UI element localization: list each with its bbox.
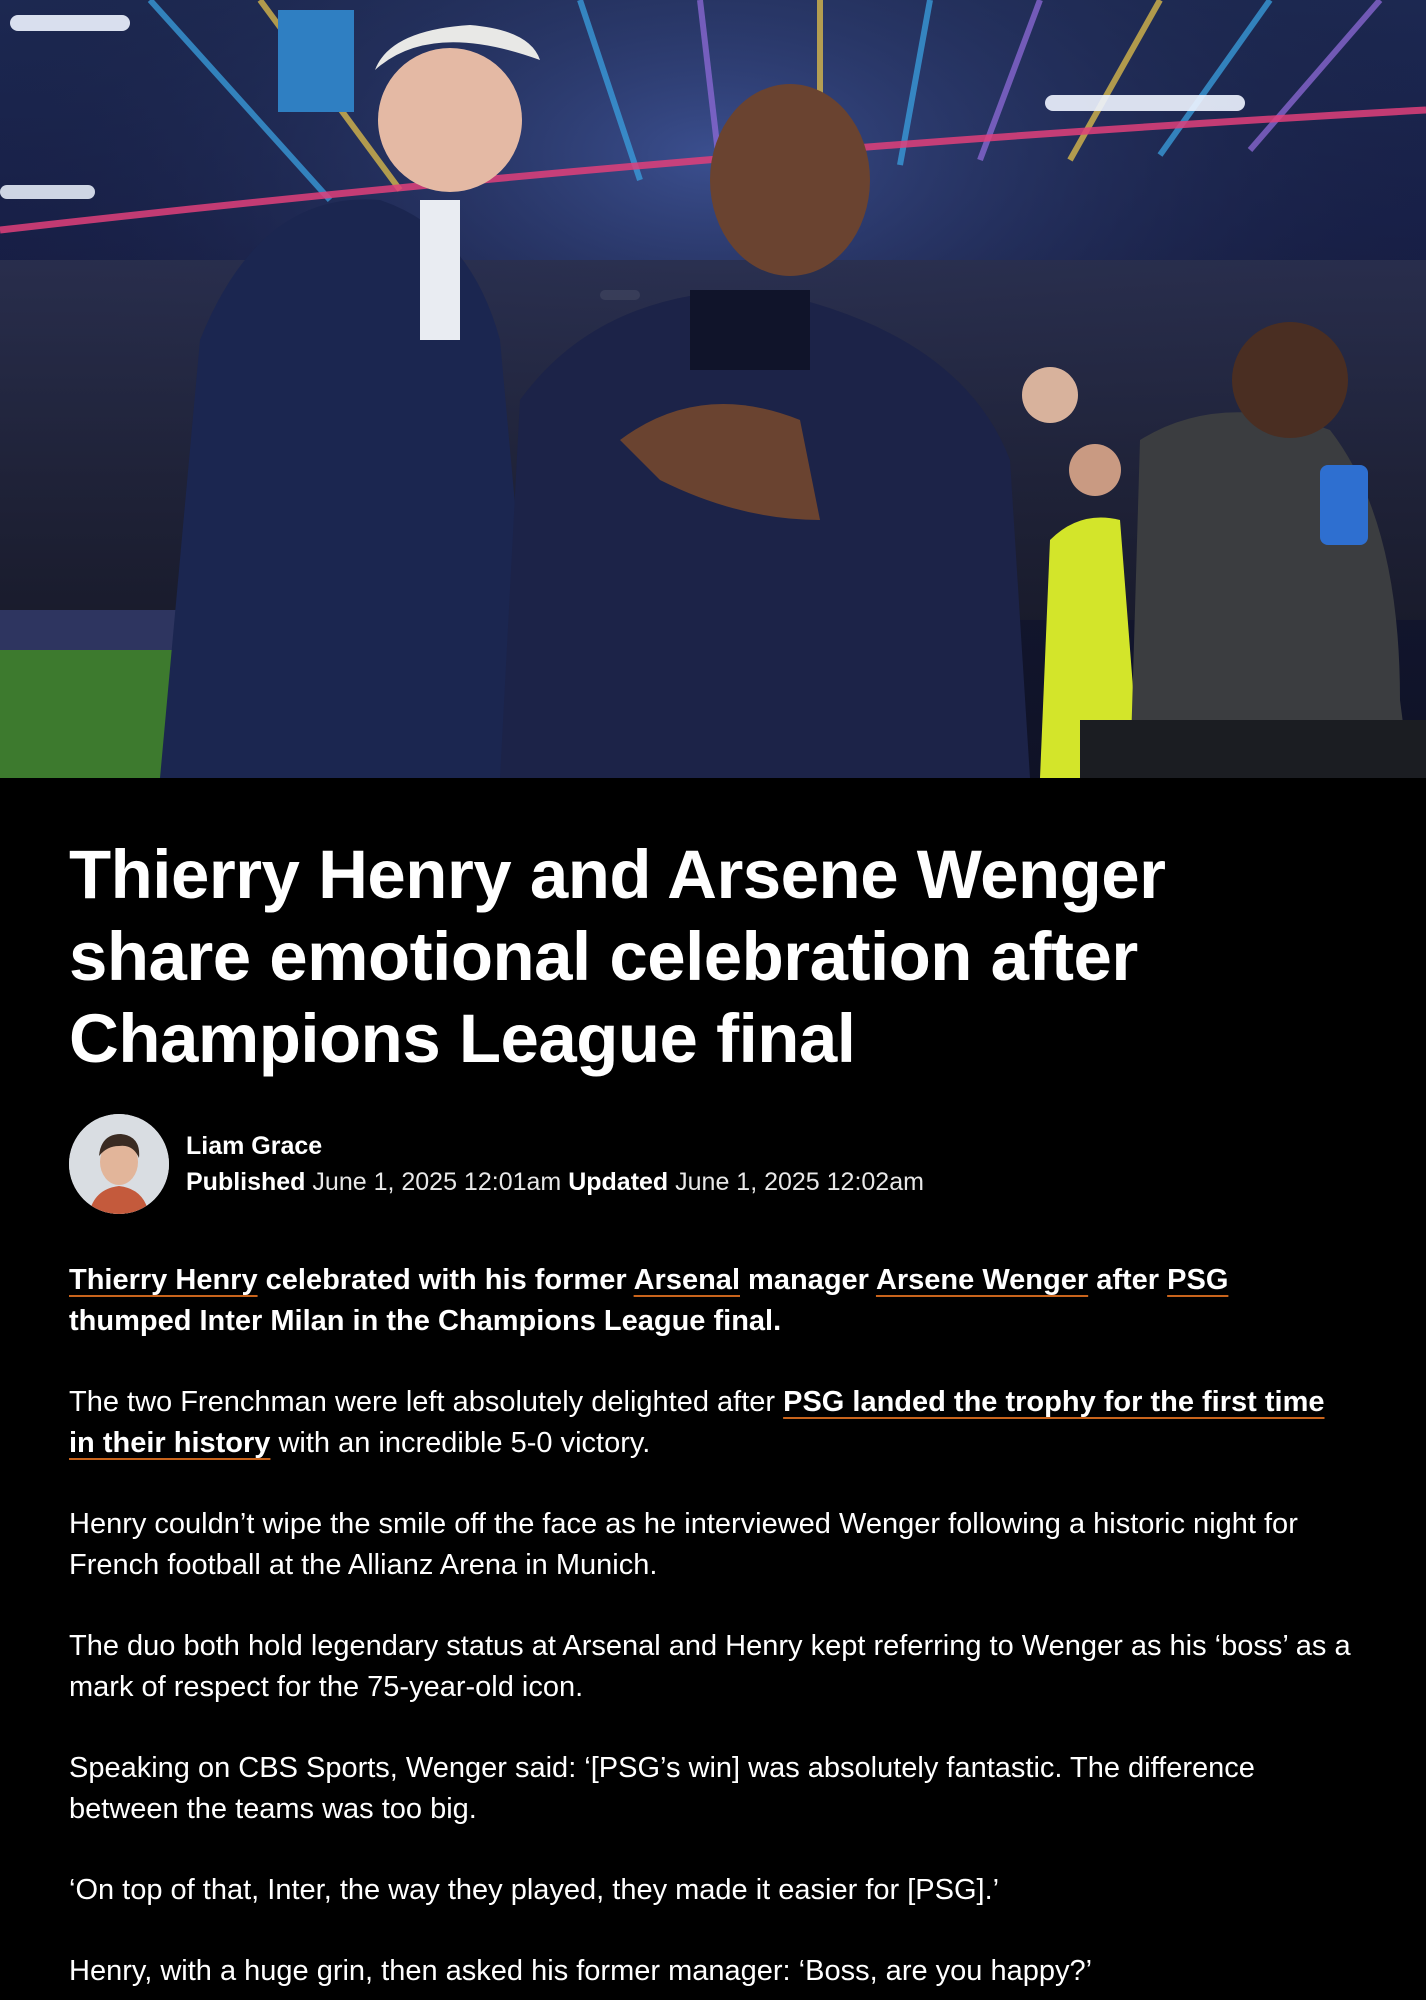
updated-date: June 1, 2025 12:02am	[675, 1168, 924, 1196]
link-arsene-wenger[interactable]: Arsene Wenger	[876, 1264, 1088, 1296]
paragraph-3: Henry couldn’t wipe the smile off the fa…	[69, 1508, 1298, 1581]
article: Thierry Henry and Arsene Wenger share em…	[0, 778, 1426, 1992]
byline: Liam Grace Published June 1, 2025 12:01a…	[69, 1114, 1357, 1214]
link-psg[interactable]: PSG	[1167, 1264, 1228, 1296]
lead-text-2: manager	[740, 1264, 876, 1296]
paragraph-7: Henry, with a huge grin, then asked his …	[69, 1955, 1093, 1987]
hero-photo	[0, 0, 1426, 778]
p2-text-2: with an incredible 5-0 victory.	[270, 1427, 651, 1459]
p2-text-1: The two Frenchman were left absolutely d…	[69, 1386, 784, 1418]
lead-text-1: celebrated with his former	[257, 1264, 634, 1296]
byline-text: Liam Grace Published June 1, 2025 12:01a…	[186, 1128, 924, 1200]
lead-paragraph: Thierry Henry celebrated with his former…	[69, 1260, 1357, 1342]
published-date: June 1, 2025 12:01am	[312, 1168, 562, 1196]
updated-label: Updated	[568, 1168, 669, 1196]
article-body: Thierry Henry celebrated with his former…	[69, 1260, 1357, 1992]
paragraph-5: Speaking on CBS Sports, Wenger said: ‘[P…	[69, 1752, 1255, 1825]
hero-photo-illustration	[0, 0, 1426, 778]
author-avatar[interactable]	[69, 1114, 169, 1214]
publish-meta: Published June 1, 2025 12:01am Updated J…	[186, 1164, 924, 1200]
author-avatar-illustration	[69, 1114, 169, 1214]
lead-text-4: thumped Inter Milan in the Champions Lea…	[69, 1305, 782, 1337]
published-label: Published	[186, 1168, 306, 1196]
paragraph-6: ‘On top of that, Inter, the way they pla…	[69, 1874, 1000, 1906]
paragraph-4: The duo both hold legendary status at Ar…	[69, 1630, 1351, 1703]
paragraph-2: The two Frenchman were left absolutely d…	[69, 1382, 1357, 1464]
lead-text-3: after	[1088, 1264, 1168, 1296]
author-name[interactable]: Liam Grace	[186, 1128, 924, 1164]
link-thierry-henry[interactable]: Thierry Henry	[69, 1264, 258, 1296]
link-arsenal[interactable]: Arsenal	[634, 1264, 740, 1296]
headline: Thierry Henry and Arsene Wenger share em…	[69, 836, 1166, 1077]
